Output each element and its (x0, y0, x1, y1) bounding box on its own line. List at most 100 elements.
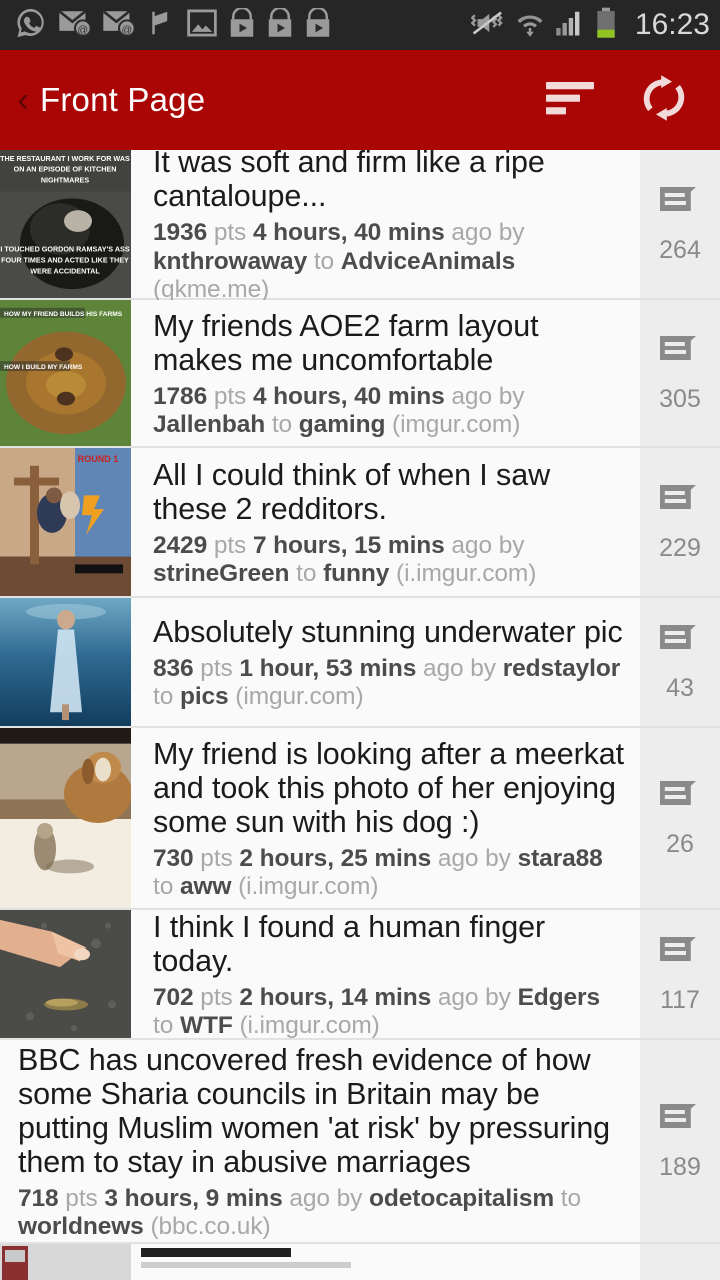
list-item[interactable]: ROUND 1 All I could think of when I saw … (0, 448, 720, 598)
to-label: to (153, 683, 174, 710)
comments-button[interactable] (640, 1244, 720, 1280)
comment-count: 189 (659, 1153, 701, 1181)
post-thumbnail[interactable] (0, 598, 131, 726)
post-points: 730 (153, 844, 194, 872)
ago-by-label: ago by (289, 1184, 363, 1212)
back-button[interactable]: ‹ (10, 83, 36, 117)
list-item[interactable]: I think I found a human finger today. 70… (0, 910, 720, 1040)
post-subreddit[interactable]: gaming (299, 411, 386, 438)
list-item-partial[interactable] (0, 1244, 720, 1280)
post-body: My friend is looking after a meerkat and… (131, 728, 640, 908)
post-title[interactable]: It was soft and firm like a ripe cantalo… (153, 145, 626, 213)
svg-text:@: @ (122, 24, 133, 35)
post-age: 7 hours, 15 mins (252, 531, 445, 559)
post-thumbnail[interactable]: ROUND 1 (0, 448, 131, 596)
comments-button[interactable]: 305 (640, 300, 720, 446)
comments-button[interactable]: 189 (640, 1040, 720, 1242)
list-item[interactable]: Absolutely stunning underwater pic 836 p… (0, 598, 720, 728)
to-label: to (153, 1012, 174, 1039)
post-author[interactable]: strineGreen (153, 560, 290, 587)
flag-icon (146, 8, 176, 43)
list-item[interactable]: BBC has uncovered fresh evidence of how … (0, 1040, 720, 1244)
post-author[interactable]: knthrowaway (153, 248, 307, 275)
post-body: Absolutely stunning underwater pic 836 p… (131, 598, 640, 726)
post-subreddit[interactable]: funny (323, 560, 389, 587)
post-title[interactable]: My friend is looking after a meerkat and… (153, 737, 626, 839)
sort-button[interactable] (542, 76, 598, 125)
ago-by-label: ago by (437, 844, 511, 872)
post-subreddit[interactable]: AdviceAnimals (341, 248, 515, 275)
post-age: 4 hours, 40 mins (252, 219, 445, 247)
post-points: 1936 (153, 219, 208, 247)
ago-by-label: ago by (451, 219, 525, 247)
svg-text:@: @ (78, 24, 89, 35)
list-item[interactable]: HOW MY FRIEND BUILDS HIS FARMS HOW I BUI… (0, 300, 720, 448)
post-author[interactable]: stara88 (518, 845, 603, 872)
post-thumbnail[interactable] (0, 910, 131, 1038)
comments-button[interactable]: 264 (640, 150, 720, 298)
comments-button[interactable]: 117 (640, 910, 720, 1038)
comments-button[interactable]: 26 (640, 728, 720, 908)
page-title: Front Page (40, 81, 206, 118)
post-thumbnail[interactable] (0, 728, 131, 908)
post-meta: 702 pts 2 hours, 14 mins ago by Edgers t… (153, 984, 626, 1041)
post-age: 2 hours, 14 mins (239, 983, 432, 1011)
post-domain: (imgur.com) (392, 411, 521, 438)
comment-count: 43 (666, 674, 694, 702)
to-label: to (271, 411, 293, 438)
points-unit: pts (200, 844, 233, 872)
play-store-icon (304, 6, 332, 43)
list-item[interactable]: My friend is looking after a meerkat and… (0, 728, 720, 910)
svg-text:ON AN EPISODE OF KITCHEN: ON AN EPISODE OF KITCHEN (14, 166, 117, 174)
post-thumbnail[interactable]: HOW MY FRIEND BUILDS HIS FARMS HOW I BUI… (0, 300, 131, 446)
action-bar: ‹ Front Page (0, 50, 720, 150)
refresh-button[interactable] (636, 72, 692, 129)
points-unit: pts (213, 219, 247, 247)
ago-by-label: ago by (451, 382, 525, 410)
post-points: 718 (18, 1184, 59, 1212)
svg-text:I TOUCHED GORDON RAMSAY'S ASS: I TOUCHED GORDON RAMSAY'S ASS (0, 246, 129, 254)
post-title[interactable]: My friends AOE2 farm layout makes me unc… (153, 309, 626, 377)
ago-by-label: ago by (437, 983, 511, 1011)
comments-button[interactable]: 229 (640, 448, 720, 596)
list-item[interactable]: THE RESTAURANT I WORK FOR WAS ON AN EPIS… (0, 145, 720, 303)
comments-button[interactable]: 43 (640, 598, 720, 726)
post-author[interactable]: odetocapitalism (369, 1185, 554, 1212)
post-thumbnail[interactable] (0, 1244, 131, 1280)
post-domain: (i.imgur.com) (238, 873, 379, 900)
post-subreddit[interactable]: WTF (180, 1012, 233, 1039)
svg-text:WERE ACCIDENTAL: WERE ACCIDENTAL (30, 267, 100, 275)
comment-count: 264 (659, 236, 701, 264)
play-store-icon (228, 6, 256, 43)
post-author[interactable]: Jallenbah (153, 411, 265, 438)
post-author[interactable]: redstaylor (503, 655, 621, 682)
battery-icon (595, 7, 617, 44)
svg-text:FOUR TIMES AND ACTED LIKE THEY: FOUR TIMES AND ACTED LIKE THEY (1, 257, 129, 265)
to-label: to (313, 247, 335, 275)
post-meta: 836 pts 1 hour, 53 mins ago by redstaylo… (153, 655, 626, 712)
svg-text:ROUND 1: ROUND 1 (78, 454, 119, 464)
post-subreddit[interactable]: worldnews (18, 1213, 144, 1240)
post-title[interactable]: BBC has uncovered fresh evidence of how … (18, 1043, 626, 1179)
post-points: 836 (153, 654, 194, 682)
post-subreddit[interactable]: pics (180, 683, 229, 710)
comment-count: 229 (659, 534, 701, 562)
post-age: 2 hours, 25 mins (239, 844, 432, 872)
post-subreddit[interactable]: aww (180, 873, 232, 900)
play-store-icon (266, 6, 294, 43)
post-meta: 2429 pts 7 hours, 15 mins ago by strineG… (153, 532, 626, 589)
post-meta-placeholder (141, 1262, 351, 1268)
post-meta: 718 pts 3 hours, 9 mins ago by odetocapi… (18, 1185, 626, 1242)
post-title[interactable]: I think I found a human finger today. (153, 910, 626, 978)
post-title-placeholder (141, 1248, 291, 1257)
post-body: BBC has uncovered fresh evidence of how … (0, 1040, 640, 1242)
post-author[interactable]: Edgers (518, 984, 601, 1011)
status-bar-system-icons: 16:23 (470, 7, 710, 44)
post-title[interactable]: All I could think of when I saw these 2 … (153, 458, 626, 526)
points-unit: pts (65, 1184, 98, 1212)
post-title[interactable]: Absolutely stunning underwater pic (153, 615, 626, 649)
whatsapp-icon (14, 6, 48, 45)
comment-icon (658, 1100, 702, 1137)
cellular-signal-icon (555, 9, 585, 42)
post-thumbnail[interactable]: THE RESTAURANT I WORK FOR WAS ON AN EPIS… (0, 150, 131, 298)
